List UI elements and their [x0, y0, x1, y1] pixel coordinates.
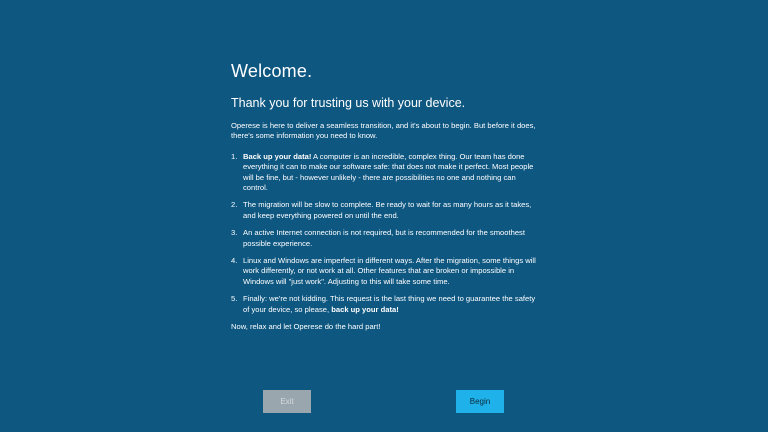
exit-button[interactable]: Exit [263, 390, 311, 413]
list-item-text: Finally: we're not kidding. This request… [243, 294, 541, 315]
migration-welcome-screen: Welcome. Thank you for trusting us with … [0, 0, 768, 432]
list-item: 4. Linux and Windows are imperfect in di… [231, 256, 541, 287]
list-item-text: An active Internet connection is not req… [243, 228, 541, 249]
intro-paragraph: Operese is here to deliver a seamless tr… [231, 121, 536, 141]
list-item-number: 2. [231, 200, 238, 210]
list-item-body: An active Internet connection is not req… [243, 228, 525, 248]
info-list: 1. Back up your data! A computer is an i… [231, 152, 541, 315]
list-item: 2. The migration will be slow to complet… [231, 200, 541, 221]
begin-button[interactable]: Begin [456, 390, 504, 413]
list-item-text: Back up your data! A computer is an incr… [243, 152, 541, 194]
list-item-number: 5. [231, 294, 238, 304]
backup-warning-emphasis: back up your data! [331, 304, 399, 314]
list-item: 5. Finally: we're not kidding. This requ… [231, 294, 541, 315]
list-item-text: Linux and Windows are imperfect in diffe… [243, 256, 541, 287]
welcome-content: Welcome. Thank you for trusting us with … [231, 60, 541, 333]
closing-message: Now, relax and let Operese do the hard p… [231, 322, 381, 332]
list-item: 1. Back up your data! A computer is an i… [231, 152, 541, 194]
list-item-number: 1. [231, 151, 238, 161]
list-item-body: The migration will be slow to complete. … [243, 200, 532, 220]
welcome-title: Welcome. [231, 61, 313, 81]
list-item: 3. An active Internet connection is not … [231, 228, 541, 249]
list-item-text: The migration will be slow to complete. … [243, 200, 541, 221]
list-item-number: 4. [231, 256, 238, 266]
list-item-body: Linux and Windows are imperfect in diffe… [243, 256, 536, 286]
list-item-number: 3. [231, 228, 238, 238]
welcome-subtitle: Thank you for trusting us with your devi… [231, 96, 466, 110]
backup-warning-emphasis: Back up your data! [243, 151, 312, 161]
